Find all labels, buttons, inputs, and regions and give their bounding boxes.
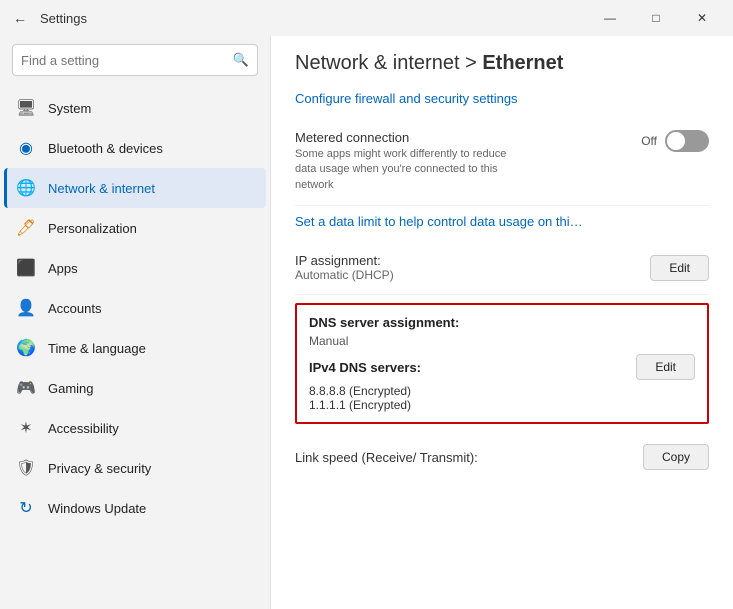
titlebar: ← Settings — □ ✕ <box>0 0 733 36</box>
nav-list: 🖥 System ◉ Bluetooth & devices 🌐 Network… <box>0 88 270 528</box>
dns-value: Manual <box>309 334 695 348</box>
sidebar-item-system[interactable]: 🖥 System <box>4 88 266 128</box>
sidebar: 🔍 🖥 System ◉ Bluetooth & devices 🌐 Netwo… <box>0 36 270 609</box>
accessibility-icon: ✶ <box>16 418 36 438</box>
minimize-button[interactable]: — <box>587 2 633 34</box>
metered-toggle[interactable] <box>665 130 709 152</box>
metered-action: Off <box>641 130 709 152</box>
sidebar-item-bluetooth[interactable]: ◉ Bluetooth & devices <box>4 128 266 168</box>
privacy-icon: 🛡 <box>16 458 36 478</box>
sidebar-item-accessibility[interactable]: ✶ Accessibility <box>4 408 266 448</box>
back-button[interactable]: ← <box>8 6 32 30</box>
breadcrumb-prefix: Network & internet > <box>295 52 477 74</box>
copy-button[interactable]: Copy <box>643 444 709 470</box>
dns-ipv4-label: IPv4 DNS servers: <box>309 360 421 375</box>
dns-edit-button[interactable]: Edit <box>636 354 695 380</box>
ip-info: IP assignment: Automatic (DHCP) <box>295 253 394 282</box>
system-icon: 🖥 <box>16 98 36 118</box>
settings-window: ← Settings — □ ✕ 🔍 🖥 System ◉ Bluetooth … <box>0 0 733 609</box>
metered-content: Metered connection Some apps might work … <box>295 130 629 193</box>
update-icon: ↻ <box>16 498 36 518</box>
dns-box: DNS server assignment: Manual IPv4 DNS s… <box>295 303 709 424</box>
sidebar-item-gaming[interactable]: 🎮 Gaming <box>4 368 266 408</box>
window-controls: — □ ✕ <box>587 2 725 34</box>
sidebar-label-accounts: Accounts <box>48 301 101 316</box>
metered-connection-row: Metered connection Some apps might work … <box>295 118 709 206</box>
data-limit-link[interactable]: Set a data limit to help control data us… <box>295 206 709 229</box>
dns-server-1: 8.8.8.8 (Encrypted) <box>309 384 695 398</box>
sidebar-item-apps[interactable]: ⬛ Apps <box>4 248 266 288</box>
dns-label: DNS server assignment: <box>309 315 695 330</box>
apps-icon: ⬛ <box>16 258 36 278</box>
sidebar-item-network[interactable]: 🌐 Network & internet <box>4 168 266 208</box>
sidebar-item-time[interactable]: 🌍 Time & language <box>4 328 266 368</box>
gaming-icon: 🎮 <box>16 378 36 398</box>
sidebar-label-system: System <box>48 101 91 116</box>
close-button[interactable]: ✕ <box>679 2 725 34</box>
sidebar-label-personalization: Personalization <box>48 221 137 236</box>
search-icon: 🔍 <box>233 52 249 68</box>
ip-edit-button[interactable]: Edit <box>650 255 709 281</box>
sidebar-label-apps: Apps <box>48 261 78 276</box>
personalization-icon: 🖊 <box>16 218 36 238</box>
search-input[interactable] <box>21 53 233 68</box>
sidebar-label-bluetooth: Bluetooth & devices <box>48 141 163 156</box>
time-icon: 🌍 <box>16 338 36 358</box>
metered-title: Metered connection <box>295 130 629 145</box>
metered-status: Off <box>641 134 657 148</box>
link-speed-label: Link speed (Receive/ Transmit): <box>295 450 478 465</box>
dns-server-2: 1.1.1.1 (Encrypted) <box>309 398 695 412</box>
page-header: Network & internet > Ethernet <box>295 52 709 75</box>
content-area: 🔍 🖥 System ◉ Bluetooth & devices 🌐 Netwo… <box>0 36 733 609</box>
metered-desc: Some apps might work differently to redu… <box>295 147 515 193</box>
link-speed-row: Link speed (Receive/ Transmit): Copy <box>295 432 709 482</box>
network-icon: 🌐 <box>16 178 36 198</box>
main-panel: Network & internet > Ethernet Configure … <box>270 36 733 609</box>
ip-value: Automatic (DHCP) <box>295 268 394 282</box>
sidebar-label-accessibility: Accessibility <box>48 421 119 436</box>
window-title: Settings <box>40 11 87 26</box>
bluetooth-icon: ◉ <box>16 138 36 158</box>
search-box[interactable]: 🔍 <box>12 44 258 76</box>
sidebar-label-gaming: Gaming <box>48 381 94 396</box>
sidebar-item-accounts[interactable]: 👤 Accounts <box>4 288 266 328</box>
sidebar-label-network: Network & internet <box>48 181 155 196</box>
accounts-icon: 👤 <box>16 298 36 318</box>
breadcrumb-page: Ethernet <box>482 52 563 74</box>
sidebar-label-time: Time & language <box>48 341 146 356</box>
ip-assignment-row: IP assignment: Automatic (DHCP) Edit <box>295 241 709 295</box>
sidebar-item-update[interactable]: ↻ Windows Update <box>4 488 266 528</box>
maximize-button[interactable]: □ <box>633 2 679 34</box>
sidebar-item-privacy[interactable]: 🛡 Privacy & security <box>4 448 266 488</box>
ip-label: IP assignment: <box>295 253 394 268</box>
firewall-link[interactable]: Configure firewall and security settings <box>295 91 709 106</box>
sidebar-label-update: Windows Update <box>48 501 146 516</box>
sidebar-label-privacy: Privacy & security <box>48 461 151 476</box>
sidebar-item-personalization[interactable]: 🖊 Personalization <box>4 208 266 248</box>
dns-ipv4-row: IPv4 DNS servers: Edit <box>309 354 695 380</box>
dns-server-list: 8.8.8.8 (Encrypted) 1.1.1.1 (Encrypted) <box>309 384 695 412</box>
